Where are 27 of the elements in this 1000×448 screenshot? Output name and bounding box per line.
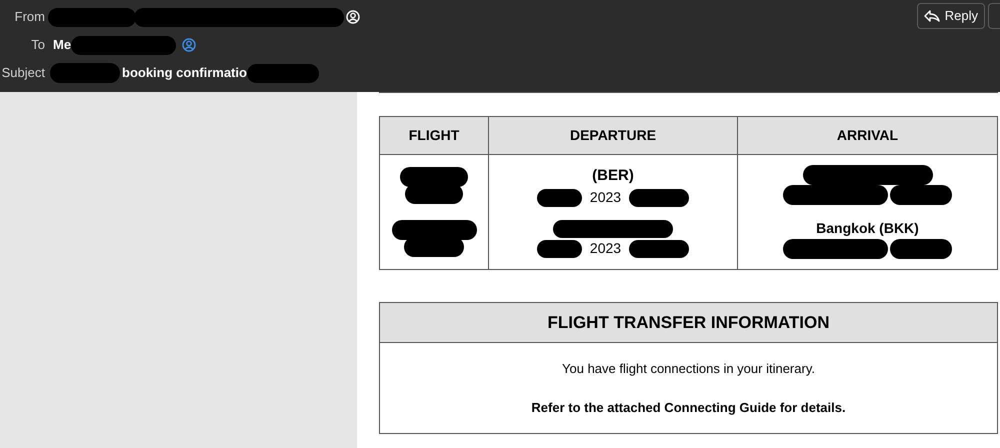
redaction-mark (890, 238, 952, 259)
reply-icon (924, 10, 940, 22)
info-text: Refer to the attached Connecting Guide for details. (531, 398, 846, 417)
redaction-mark (400, 167, 468, 187)
redaction-mark (50, 63, 120, 83)
person-icon (182, 38, 196, 52)
to-label: To (30, 36, 45, 54)
departure-airport: (BER) (592, 166, 634, 186)
departure-date: 2023 (588, 188, 622, 208)
subject-text: booking confirmatio (122, 64, 247, 82)
redaction-mark (536, 188, 582, 207)
reply-button[interactable]: Reply (916, 3, 985, 29)
column-header: DEPARTURE (488, 116, 738, 154)
transfer-info-title: FLIGHT TRANSFER INFORMATION (380, 303, 997, 343)
redaction-mark (629, 188, 690, 207)
person-icon (346, 10, 360, 24)
info-text: You have flight connections in your itinerary. (562, 360, 815, 378)
from-label: From (14, 8, 45, 26)
column-header: FLIGHT (380, 116, 488, 154)
subject-label: Subject (0, 64, 45, 82)
redaction-mark (405, 184, 463, 204)
arrival-airport: Bangkok (BKK) (816, 218, 919, 238)
toolbar-button[interactable] (988, 3, 1000, 29)
column-header: ARRIVAL (738, 116, 998, 154)
recipient-name[interactable]: Me (53, 35, 72, 55)
redaction-mark (404, 237, 464, 257)
departure-date: 2023 (588, 239, 622, 258)
